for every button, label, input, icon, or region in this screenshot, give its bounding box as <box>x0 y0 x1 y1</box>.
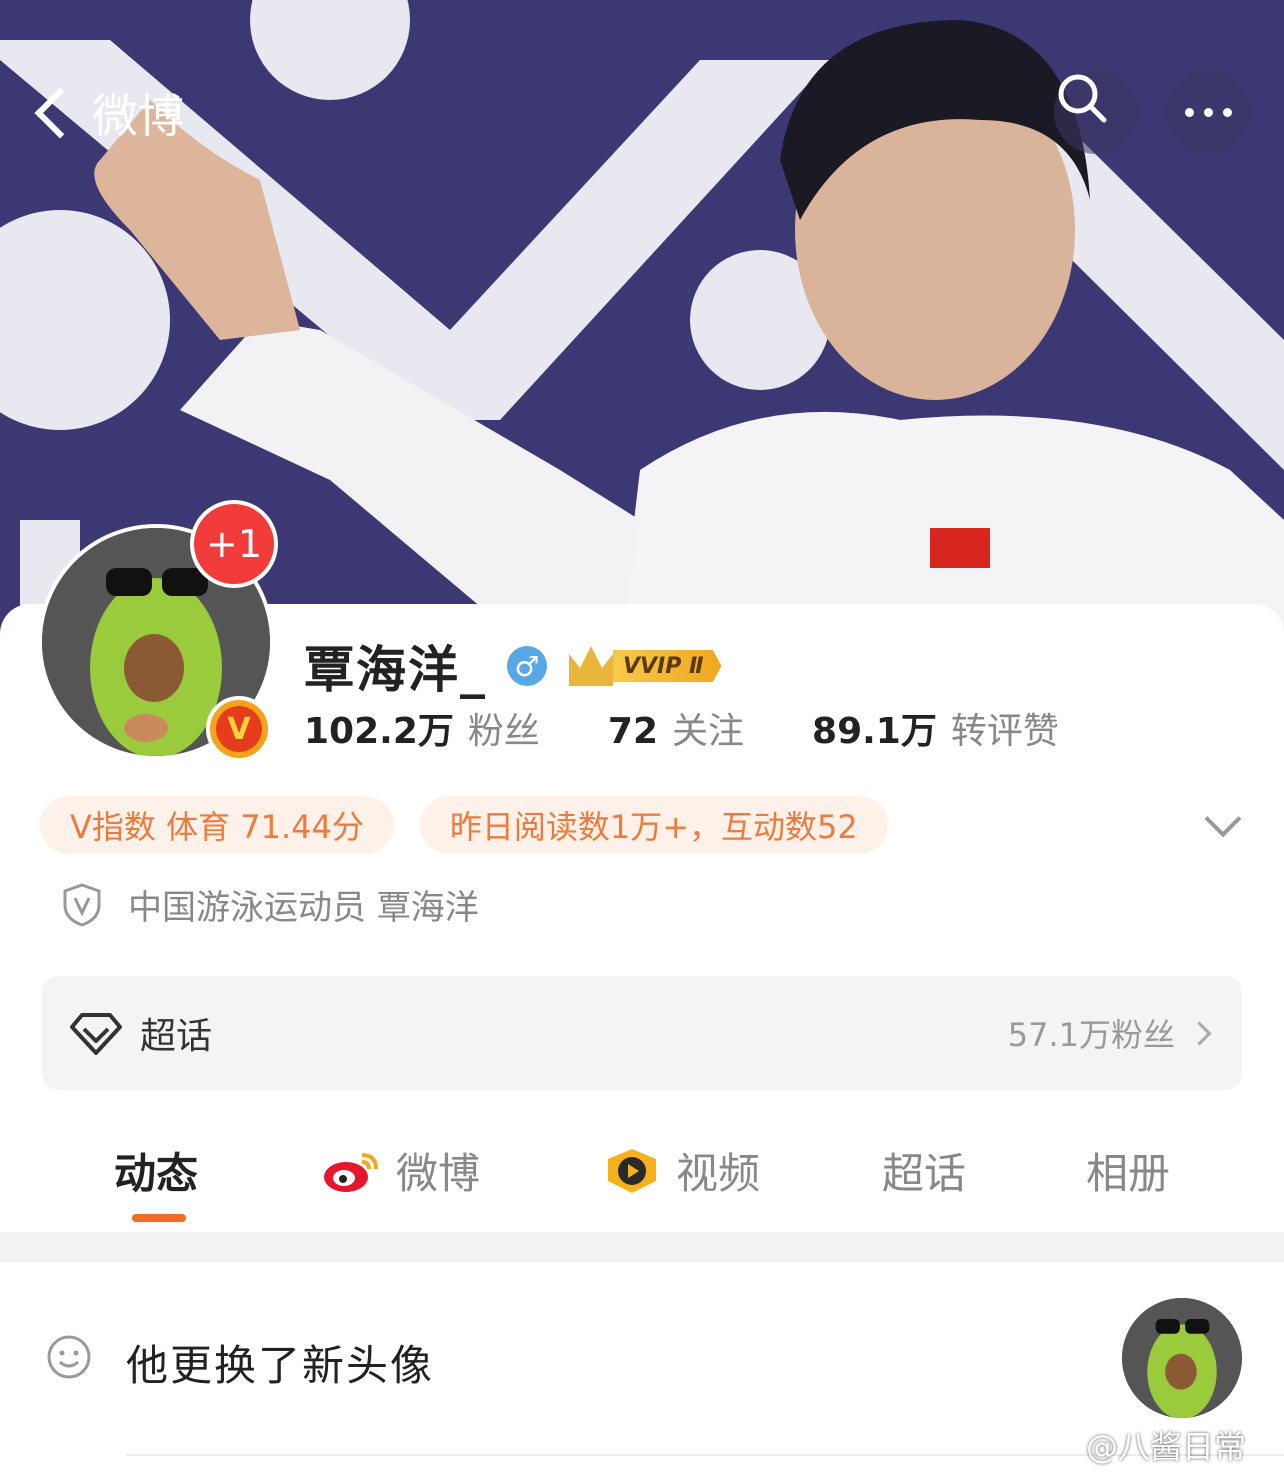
video-play-icon <box>608 1148 656 1193</box>
tab-bar: 动态 微博 视频 超话 相册 <box>0 1120 1284 1230</box>
male-icon: ♂ <box>507 646 547 686</box>
stat-fans[interactable]: 102.2万 粉丝 <box>304 702 540 754</box>
shield-icon <box>63 882 101 927</box>
verification-text: 中国游泳运动员 覃海洋 <box>128 888 479 928</box>
tab-label: 微博 <box>396 1149 481 1198</box>
reads-chip[interactable]: 昨日阅读数1万+，互动数52 <box>419 796 888 854</box>
watermark: @八酱日常 <box>1086 1428 1247 1466</box>
vvip-badge[interactable]: VVIP Ⅱ <box>569 646 722 686</box>
tab-album[interactable]: 相册 <box>1086 1140 1170 1201</box>
stat-label: 转评赞 <box>950 711 1059 752</box>
info-chips: V指数 体育 71.44分 昨日阅读数1万+，互动数52 <box>40 796 888 854</box>
search-icon <box>1058 74 1107 123</box>
more-dots-icon <box>1184 107 1232 117</box>
supertopic-bar[interactable]: 超话 57.1万粉丝 <box>42 976 1242 1090</box>
tab-label: 超话 <box>882 1149 967 1198</box>
tab-label: 动态 <box>114 1149 199 1198</box>
search-button[interactable] <box>1054 70 1138 154</box>
stat-following[interactable]: 72 关注 <box>608 702 744 754</box>
stat-label: 粉丝 <box>467 711 540 752</box>
tab-dynamic[interactable]: 动态 <box>114 1140 198 1201</box>
new-avatar-thumbnail[interactable] <box>1122 1298 1242 1418</box>
active-tab-indicator <box>132 1214 186 1222</box>
tab-supertopic[interactable]: 超话 <box>882 1140 966 1201</box>
stat-label: 关注 <box>672 711 745 752</box>
thumbnail-image <box>1122 1298 1242 1418</box>
verified-badge: V <box>206 696 272 762</box>
supertopic-fans-count: 57.1万粉丝 <box>1007 1016 1175 1054</box>
supertopic-fans: 57.1万粉丝 <box>1007 1010 1212 1056</box>
feed-text: 他更换了新头像 <box>126 1341 435 1390</box>
more-button[interactable] <box>1166 70 1250 154</box>
username: 覃海洋_ <box>304 641 487 699</box>
smile-icon <box>47 1335 91 1379</box>
section-divider <box>0 1232 1284 1262</box>
back-button[interactable]: 微博 <box>30 80 184 146</box>
stat-number: 102.2万 <box>304 711 454 752</box>
weibo-logo-icon <box>324 1152 378 1192</box>
tab-label: 视频 <box>676 1149 761 1198</box>
stat-number: 72 <box>607 711 658 752</box>
v-index-chip[interactable]: V指数 体育 71.44分 <box>40 796 394 854</box>
name-row: 覃海洋_ ♂ VVIP Ⅱ <box>304 630 722 702</box>
verification-row: 中国游泳运动员 覃海洋 <box>62 880 479 929</box>
stats-row: 102.2万 粉丝 72 关注 89.1万 转评赞 <box>304 702 1127 754</box>
tab-video[interactable]: 视频 <box>604 1140 760 1201</box>
supertopic-label: 超话 <box>140 1016 213 1057</box>
vvip-label: VVIP Ⅱ <box>613 650 722 682</box>
top-nav: 微博 <box>0 0 1284 200</box>
diamond-icon <box>70 1013 122 1055</box>
stat-interactions[interactable]: 89.1万 转评赞 <box>812 702 1059 754</box>
back-label: 微博 <box>92 89 184 143</box>
tab-label: 相册 <box>1086 1149 1171 1198</box>
crown-icon <box>569 646 613 686</box>
chevron-left-icon <box>34 87 86 139</box>
avatar-update-badge: +1 <box>190 500 278 588</box>
tab-weibo[interactable]: 微博 <box>322 1140 480 1201</box>
stat-number: 89.1万 <box>812 711 937 752</box>
verified-letter: V <box>216 706 262 752</box>
chevron-right-icon <box>1187 1020 1212 1046</box>
